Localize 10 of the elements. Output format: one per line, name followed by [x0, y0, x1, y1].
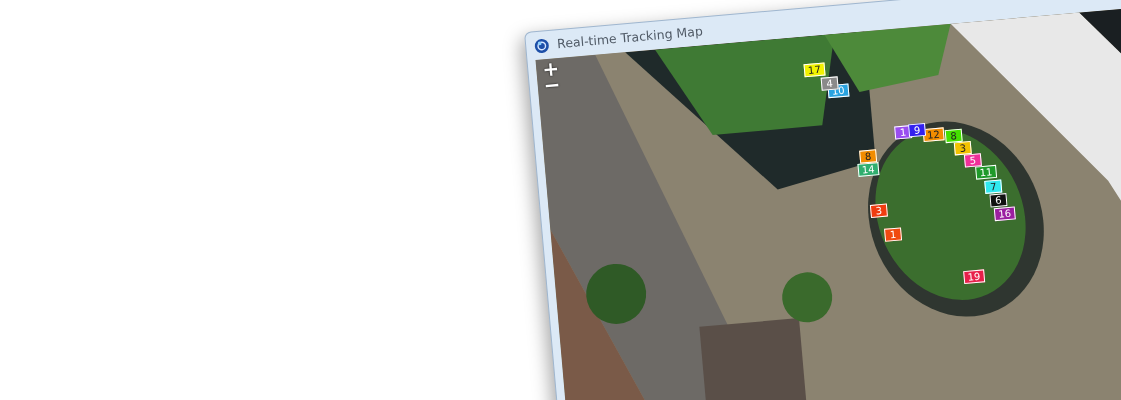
map-marker[interactable]: 14	[857, 162, 880, 177]
globe-icon	[533, 37, 550, 54]
map-marker[interactable]: 6	[989, 193, 1008, 208]
map-marker[interactable]: 8	[859, 149, 878, 164]
window-title: Real-time Tracking Map	[556, 22, 704, 53]
map-marker[interactable]: 16	[993, 206, 1016, 222]
map-marker[interactable]: 5	[963, 153, 982, 168]
map-marker[interactable]: 1	[884, 227, 903, 242]
zoom-in-button[interactable]: +	[539, 59, 562, 78]
zoom-out-button[interactable]: −	[541, 75, 564, 94]
